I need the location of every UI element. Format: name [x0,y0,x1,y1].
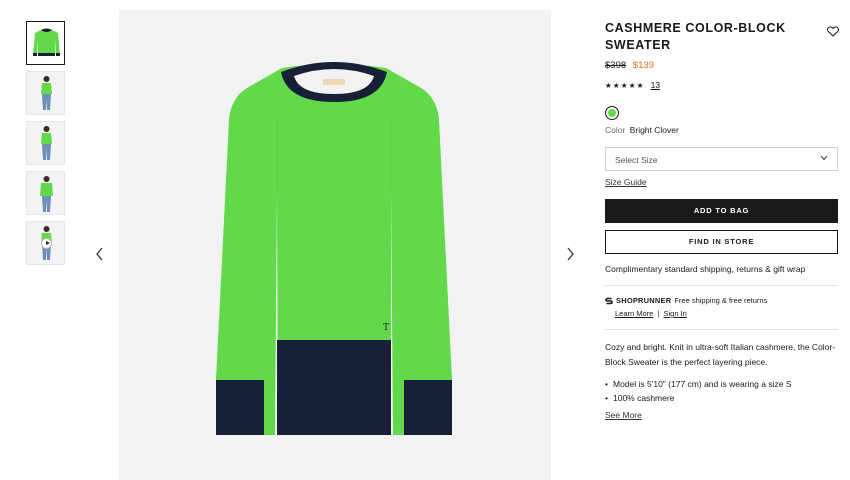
shoprunner-banner: SHOPRUNNER Free shipping & free returns [605,296,767,305]
color-label: Color [605,125,626,135]
svg-text:T: T [383,323,389,333]
previous-image-button[interactable] [93,246,109,264]
link-separator: | [657,309,660,318]
model-thumbnail-image [41,126,52,160]
rating-row: ★★★★★ 13 [605,80,660,90]
play-icon [41,238,52,249]
sale-price: $139 [632,60,654,71]
price-group: $398 $139 [605,60,654,71]
thumbnail-video[interactable] [26,221,65,265]
color-value: Bright Clover [629,125,679,135]
chevron-left-icon [96,247,103,261]
heart-icon [826,26,840,37]
product-description: Cozy and bright. Knit in ultra-soft Ital… [605,342,836,367]
product-title: CASHMERE COLOR-BLOCK SWEATER [605,21,786,52]
selected-color: Color Bright Clover [605,125,679,135]
thumbnail-list [26,21,66,271]
detail-item: Model is 5'10" (177 cm) and is wearing a… [605,377,792,391]
star-rating: ★★★★★ [605,80,645,90]
sweater-thumbnail-image [27,22,64,64]
divider [605,285,838,286]
review-count-link[interactable]: 13 [651,80,660,90]
wishlist-button[interactable] [826,24,841,37]
thumbnail-model-front[interactable] [26,71,65,115]
next-image-button[interactable] [563,246,579,264]
add-to-bag-button[interactable]: ADD TO BAG [605,199,838,223]
detail-item: 100% cashmere [605,391,791,405]
shoprunner-links: Learn More | Sign In [615,309,687,318]
shoprunner-message: Free shipping & free returns [674,296,768,305]
thumbnail-model-close[interactable] [26,171,65,215]
swatch-fill [608,109,616,117]
see-more-link[interactable]: See More [605,410,642,420]
size-select-placeholder: Select Size [615,155,658,165]
thumbnail-front-flat[interactable] [26,21,65,65]
sweater-image: T [216,62,452,435]
size-guide-link[interactable]: Size Guide [605,177,647,187]
sign-in-link[interactable]: Sign In [664,309,687,318]
original-price: $398 [605,60,627,71]
size-select[interactable]: Select Size [605,147,838,171]
chevron-right-icon [567,247,574,261]
product-details-list: Model is 5'10" (177 cm) and is wearing a… [605,377,792,405]
find-in-store-button[interactable]: FIND IN STORE [605,230,838,254]
model-thumbnail-image [40,176,53,212]
shoprunner-icon [605,297,613,304]
shoprunner-name: SHOPRUNNER [616,296,672,305]
model-thumbnail-image [41,76,52,110]
color-swatch-bright-clover[interactable] [605,106,619,120]
chevron-down-icon [820,155,828,161]
thumbnail-model-back[interactable] [26,121,65,165]
learn-more-link[interactable]: Learn More [615,309,653,318]
divider [605,329,838,330]
shipping-note: Complimentary standard shipping, returns… [605,264,806,274]
main-product-image: T [119,10,551,480]
